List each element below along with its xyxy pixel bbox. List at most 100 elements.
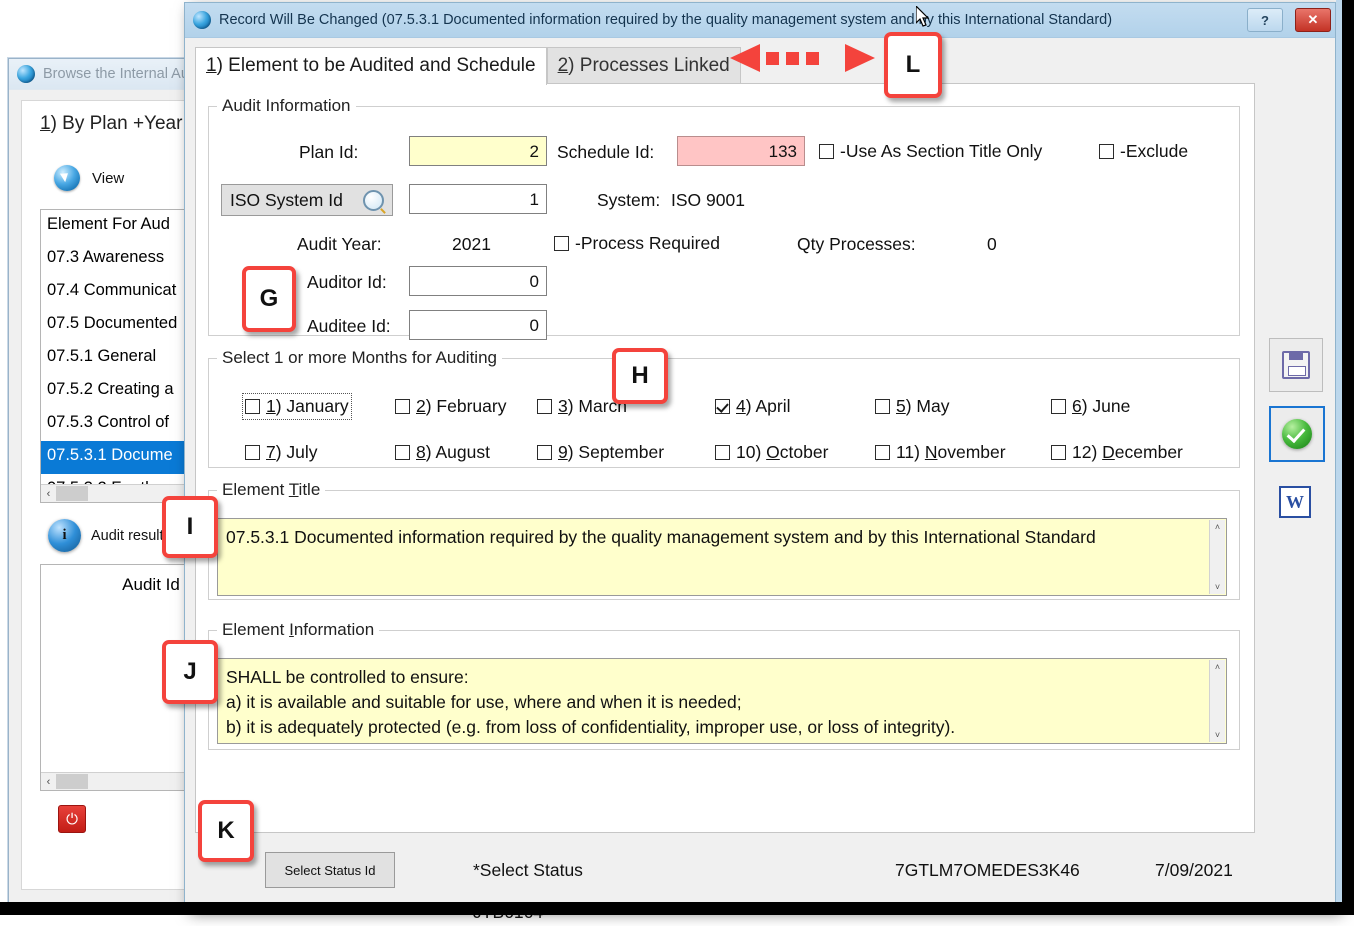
element-title-textarea[interactable]: 07.5.3.1 Documented information required… bbox=[217, 518, 1227, 596]
auditee-id-input[interactable]: 0 bbox=[409, 310, 547, 340]
approve-check-icon bbox=[1282, 419, 1312, 449]
plan-id-input[interactable]: 2 bbox=[409, 136, 547, 166]
info-icon: i bbox=[48, 519, 81, 552]
mouse-cursor-icon bbox=[915, 4, 932, 33]
checkbox-box-icon[interactable] bbox=[537, 445, 552, 460]
month-label: 9) September bbox=[558, 442, 665, 462]
iso-system-id-input[interactable]: 1 bbox=[409, 184, 547, 214]
month-checkbox-august[interactable]: 8) August bbox=[395, 442, 490, 463]
checkbox-box-icon[interactable] bbox=[875, 445, 890, 460]
element-information-legend: Element Information bbox=[222, 620, 375, 639]
element-information-line: a) it is available and suitable for use,… bbox=[226, 692, 742, 712]
tab-element-to-be-audited[interactable]: 1) Element to be Audited and Schedule bbox=[195, 47, 547, 85]
audit-year-label: Audit Year: bbox=[297, 234, 382, 254]
scroll-left-arrow-icon[interactable]: ‹ bbox=[41, 776, 56, 788]
month-checkbox-may[interactable]: 5) May bbox=[875, 396, 949, 417]
month-checkbox-june[interactable]: 6) June bbox=[1051, 396, 1130, 417]
help-button[interactable]: ? bbox=[1247, 8, 1283, 32]
element-information-group: Element Information SHALL be controlled … bbox=[208, 620, 1240, 750]
checkbox-box-icon[interactable] bbox=[715, 399, 730, 414]
month-checkbox-january[interactable]: 1) January bbox=[242, 393, 352, 420]
element-information-scrollbar[interactable]: ˄ ˅ bbox=[1209, 660, 1225, 742]
checkbox-box-icon[interactable] bbox=[245, 399, 260, 414]
checkbox-box-icon[interactable] bbox=[1099, 144, 1114, 159]
schedule-id-label: Schedule Id: bbox=[557, 142, 655, 162]
scroll-down-arrow-icon[interactable]: ˅ bbox=[1210, 728, 1225, 742]
month-checkbox-april[interactable]: 4) April bbox=[715, 396, 790, 417]
schedule-id-input[interactable]: 133 bbox=[677, 136, 805, 166]
view-cursor-icon bbox=[54, 165, 80, 191]
month-checkbox-november[interactable]: 11) November bbox=[875, 442, 1006, 463]
approve-button[interactable] bbox=[1269, 406, 1325, 462]
month-checkbox-september[interactable]: 9) September bbox=[537, 442, 664, 463]
dialog-bottom-bar: Select Status Id *Select Status JTB6164 … bbox=[197, 844, 1257, 922]
select-status-text: *Select Status bbox=[473, 860, 583, 880]
scroll-down-arrow-icon[interactable]: ˅ bbox=[1210, 580, 1225, 594]
checkbox-box-icon[interactable] bbox=[537, 399, 552, 414]
iso-system-id-lookup-button[interactable]: ISO System Id bbox=[221, 184, 393, 216]
checkbox-box-icon[interactable] bbox=[245, 445, 260, 460]
background-window-title: Browse the Internal Audi bbox=[43, 66, 201, 82]
audit-information-legend: Audit Information bbox=[222, 96, 351, 115]
globe-icon bbox=[193, 11, 211, 29]
element-information-line: SHALL be controlled to ensure: bbox=[226, 667, 469, 687]
annotation-marker-l: L bbox=[884, 32, 942, 98]
tab-processes-linked[interactable]: 2) Processes Linked bbox=[546, 47, 741, 85]
globe-icon bbox=[17, 65, 35, 83]
plan-id-label: Plan Id: bbox=[299, 142, 359, 162]
select-status-id-button[interactable]: Select Status Id bbox=[265, 852, 395, 888]
checkbox-box-icon[interactable] bbox=[819, 144, 834, 159]
annotation-marker-g: G bbox=[242, 266, 296, 332]
month-checkbox-february[interactable]: 2) February bbox=[395, 396, 506, 417]
scroll-left-arrow-icon[interactable]: ‹ bbox=[41, 488, 56, 500]
scrollbar-thumb[interactable] bbox=[56, 774, 88, 789]
scroll-up-arrow-icon[interactable]: ˄ bbox=[1210, 660, 1225, 674]
system-label: System: bbox=[597, 190, 661, 210]
qty-processes-value: 0 bbox=[987, 234, 997, 254]
checkbox-box-icon[interactable] bbox=[554, 236, 569, 251]
month-label: 1) January bbox=[266, 396, 349, 416]
auditor-id-label: Auditor Id: bbox=[307, 272, 387, 292]
month-label: 7) July bbox=[266, 442, 318, 462]
exclude-checkbox[interactable]: -Exclude bbox=[1099, 141, 1188, 162]
month-checkbox-december[interactable]: 12) December bbox=[1051, 442, 1183, 463]
checkbox-box-icon[interactable] bbox=[395, 445, 410, 460]
dialog-title: Record Will Be Changed (07.5.3.1 Documen… bbox=[219, 12, 1113, 28]
tab-content-panel: Audit Information Plan Id: 2 Schedule Id… bbox=[195, 83, 1255, 833]
system-value: ISO 9001 bbox=[671, 190, 745, 210]
screenshot-right-border bbox=[1342, 0, 1354, 914]
month-label: 11) November bbox=[896, 442, 1006, 462]
view-label: View bbox=[92, 169, 125, 187]
word-export-button[interactable]: W bbox=[1269, 476, 1321, 528]
process-required-label: -Process Required bbox=[575, 233, 720, 253]
machine-code: 7GTLM7OMEDES3K46 bbox=[895, 860, 1080, 880]
audit-information-group: Audit Information Plan Id: 2 Schedule Id… bbox=[208, 96, 1240, 340]
month-label: 10) October bbox=[736, 442, 829, 462]
power-icon[interactable]: ⏻ bbox=[58, 805, 86, 833]
save-icon bbox=[1282, 351, 1310, 379]
process-required-checkbox[interactable]: -Process Required bbox=[554, 233, 720, 254]
month-checkbox-july[interactable]: 7) July bbox=[245, 442, 318, 463]
use-as-section-title-only-checkbox[interactable]: -Use As Section Title Only bbox=[819, 141, 1042, 162]
record-will-be-changed-dialog[interactable]: Record Will Be Changed (07.5.3.1 Documen… bbox=[184, 2, 1336, 922]
months-legend: Select 1 or more Months for Auditing bbox=[222, 348, 497, 367]
search-icon[interactable] bbox=[363, 189, 384, 211]
scrollbar-thumb[interactable] bbox=[56, 486, 88, 501]
element-title-scrollbar[interactable]: ˄ ˅ bbox=[1209, 520, 1225, 594]
auditee-id-label: Auditee Id: bbox=[307, 316, 391, 336]
scroll-up-arrow-icon[interactable]: ˄ bbox=[1210, 520, 1225, 534]
months-group: Select 1 or more Months for Auditing 1) … bbox=[208, 348, 1240, 468]
auditor-id-input[interactable]: 0 bbox=[409, 266, 547, 296]
save-button[interactable] bbox=[1269, 338, 1323, 392]
checkbox-box-icon[interactable] bbox=[1051, 445, 1066, 460]
checkbox-box-icon[interactable] bbox=[875, 399, 890, 414]
month-label: 12) December bbox=[1072, 442, 1183, 462]
close-icon[interactable]: ✕ bbox=[1295, 8, 1331, 32]
month-checkbox-october[interactable]: 10) October bbox=[715, 442, 828, 463]
dialog-body: 1) Element to be Audited and Schedule 2)… bbox=[185, 38, 1335, 922]
action-icon-strip: W bbox=[1269, 338, 1327, 542]
element-information-textarea[interactable]: SHALL be controlled to ensure: a) it is … bbox=[217, 658, 1227, 744]
checkbox-box-icon[interactable] bbox=[395, 399, 410, 414]
checkbox-box-icon[interactable] bbox=[715, 445, 730, 460]
checkbox-box-icon[interactable] bbox=[1051, 399, 1066, 414]
